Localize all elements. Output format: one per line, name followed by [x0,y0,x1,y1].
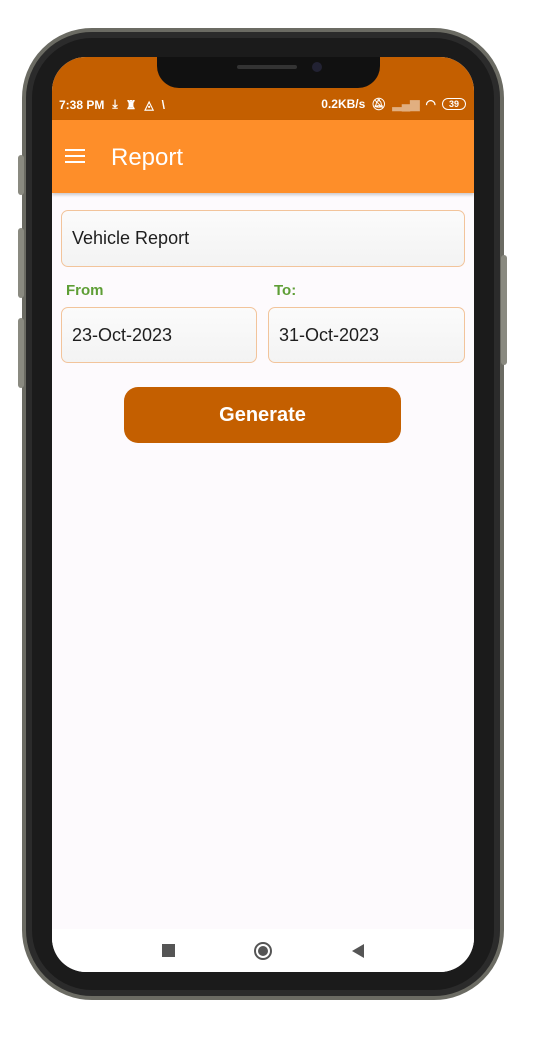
to-label: To: [274,282,297,299]
generate-button[interactable]: Generate [124,387,401,443]
from-label: From [66,282,104,299]
navigation-bar [52,929,474,972]
side-button [18,155,24,195]
drive-icon: ◬ [144,97,154,112]
power-button [501,255,507,365]
volume-up-button [18,228,24,298]
network-speed: 0.2KB/s [321,97,366,111]
battery-icon: 39 [441,98,466,110]
to-date-field[interactable]: 31-Oct-2023 [268,307,465,363]
slash-icon: \ [161,97,166,112]
volume-down-button [18,318,24,388]
home-icon[interactable] [254,941,273,960]
page-title: Report [111,144,184,171]
notch [157,57,380,88]
app-bar: Report [52,120,474,193]
wifi-icon: ◠ [425,97,436,111]
signal-icon: ▂▄▆ [392,97,420,111]
download-icon: ⤓ [112,97,118,111]
screen: 7:38 PM ⤓ ♜ ◬ \ 0.2KB/s 🔕︎ ▂▄▆ ◠ 39 Repo… [52,57,474,972]
status-bar: 7:38 PM ⤓ ♜ ◬ \ 0.2KB/s 🔕︎ ▂▄▆ ◠ 39 [52,57,474,120]
report-type-select[interactable]: Vehicle Report [61,210,465,267]
back-icon[interactable] [352,943,365,958]
mute-bell-icon: 🔕︎ [371,97,387,111]
status-time: 7:38 PM [59,97,105,112]
camera-icon [312,62,322,72]
hamburger-menu-icon[interactable] [65,149,85,163]
recents-icon[interactable] [161,944,175,957]
from-date-field[interactable]: 23-Oct-2023 [61,307,257,363]
keyhole-icon: ♜ [125,97,137,112]
